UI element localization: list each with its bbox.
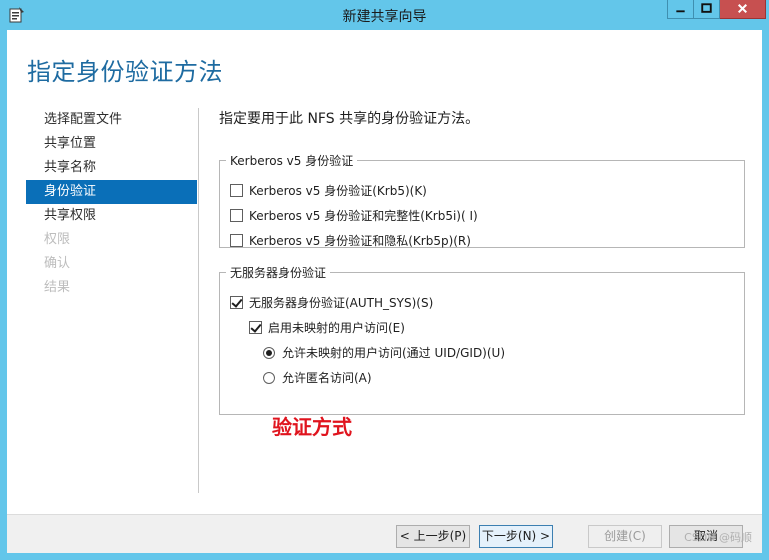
krb5i-checkbox[interactable]: [230, 209, 243, 222]
krb5p-checkbox[interactable]: [230, 234, 243, 247]
maximize-icon: [701, 3, 712, 13]
close-button[interactable]: [720, 0, 766, 19]
step-share-permissions[interactable]: 共享权限: [26, 204, 197, 228]
step-select-profile[interactable]: 选择配置文件: [26, 108, 197, 132]
no-server-auth-group: 无服务器身份验证 无服务器身份验证(AUTH_SYS)(S) 启用未映射的用户访…: [219, 264, 745, 415]
wizard-steps: 选择配置文件 共享位置 共享名称 身份验证 共享权限 权限 确认 结果: [26, 108, 197, 300]
title-bar[interactable]: 新建共享向导: [0, 0, 769, 30]
nav-divider: [198, 108, 199, 493]
krb5-option[interactable]: Kerberos v5 身份验证(Krb5)(K): [230, 181, 427, 201]
auth-sys-checkbox[interactable]: [230, 296, 243, 309]
watermark: CSDN @码顺: [684, 531, 752, 544]
previous-button[interactable]: < 上一步(P): [396, 525, 470, 548]
wizard-window: 新建共享向导 指定身份验证方法 选择配置文件 共享位置 共享名称 身份验证 共享…: [0, 0, 769, 560]
page-description: 指定要用于此 NFS 共享的身份验证方法。: [219, 111, 480, 127]
step-results: 结果: [44, 280, 71, 295]
minimize-button[interactable]: [667, 0, 694, 19]
maximize-button[interactable]: [694, 0, 720, 19]
step-confirmation: 确认: [44, 256, 71, 271]
wizard-footer: < 上一步(P) 下一步(N) > 创建(C) 取消 CSDN @码顺: [7, 514, 762, 553]
allow-uid-gid-label: 允许未映射的用户访问(通过 UID/GID)(U): [282, 346, 506, 360]
main-panel: 指定要用于此 NFS 共享的身份验证方法。 Kerberos v5 身份验证 K…: [219, 108, 749, 415]
krb5i-label: Kerberos v5 身份验证和完整性(Krb5i)( I): [249, 209, 478, 223]
next-button[interactable]: 下一步(N) >: [479, 525, 553, 548]
krb5p-option[interactable]: Kerberos v5 身份验证和隐私(Krb5p)(R): [230, 231, 471, 251]
krb5p-label: Kerberos v5 身份验证和隐私(Krb5p)(R): [249, 234, 471, 248]
step-authentication[interactable]: 身份验证: [26, 180, 197, 204]
wizard-content: 指定身份验证方法 选择配置文件 共享位置 共享名称 身份验证 共享权限 权限 确…: [7, 30, 762, 553]
page-title: 指定身份验证方法: [27, 58, 223, 86]
auth-sys-option[interactable]: 无服务器身份验证(AUTH_SYS)(S): [230, 293, 433, 313]
unmapped-access-label: 启用未映射的用户访问(E): [268, 321, 405, 335]
krb5-label: Kerberos v5 身份验证(Krb5)(K): [249, 184, 427, 198]
step-share-name[interactable]: 共享名称: [26, 156, 197, 180]
step-share-location[interactable]: 共享位置: [26, 132, 197, 156]
annotation-text: 验证方式: [272, 415, 352, 439]
allow-anonymous-radio[interactable]: [263, 372, 275, 384]
kerberos-legend: Kerberos v5 身份验证: [230, 154, 354, 168]
unmapped-access-checkbox[interactable]: [249, 321, 262, 334]
step-permissions: 权限: [44, 232, 71, 247]
allow-anonymous-label: 允许匿名访问(A): [282, 371, 372, 385]
auth-sys-label: 无服务器身份验证(AUTH_SYS)(S): [249, 296, 434, 310]
no-server-auth-legend: 无服务器身份验证: [230, 266, 327, 280]
close-icon: [737, 3, 748, 14]
allow-anonymous-option[interactable]: 允许匿名访问(A): [263, 368, 372, 388]
krb5-checkbox[interactable]: [230, 184, 243, 197]
window-title: 新建共享向导: [342, 9, 427, 25]
minimize-icon: [676, 10, 685, 13]
unmapped-access-option[interactable]: 启用未映射的用户访问(E): [249, 318, 405, 338]
allow-uid-gid-option[interactable]: 允许未映射的用户访问(通过 UID/GID)(U): [263, 343, 505, 363]
allow-uid-gid-radio[interactable]: [263, 347, 275, 359]
kerberos-group: Kerberos v5 身份验证 Kerberos v5 身份验证(Krb5)(…: [219, 152, 745, 248]
krb5i-option[interactable]: Kerberos v5 身份验证和完整性(Krb5i)( I): [230, 206, 478, 226]
create-button: 创建(C): [588, 525, 662, 548]
